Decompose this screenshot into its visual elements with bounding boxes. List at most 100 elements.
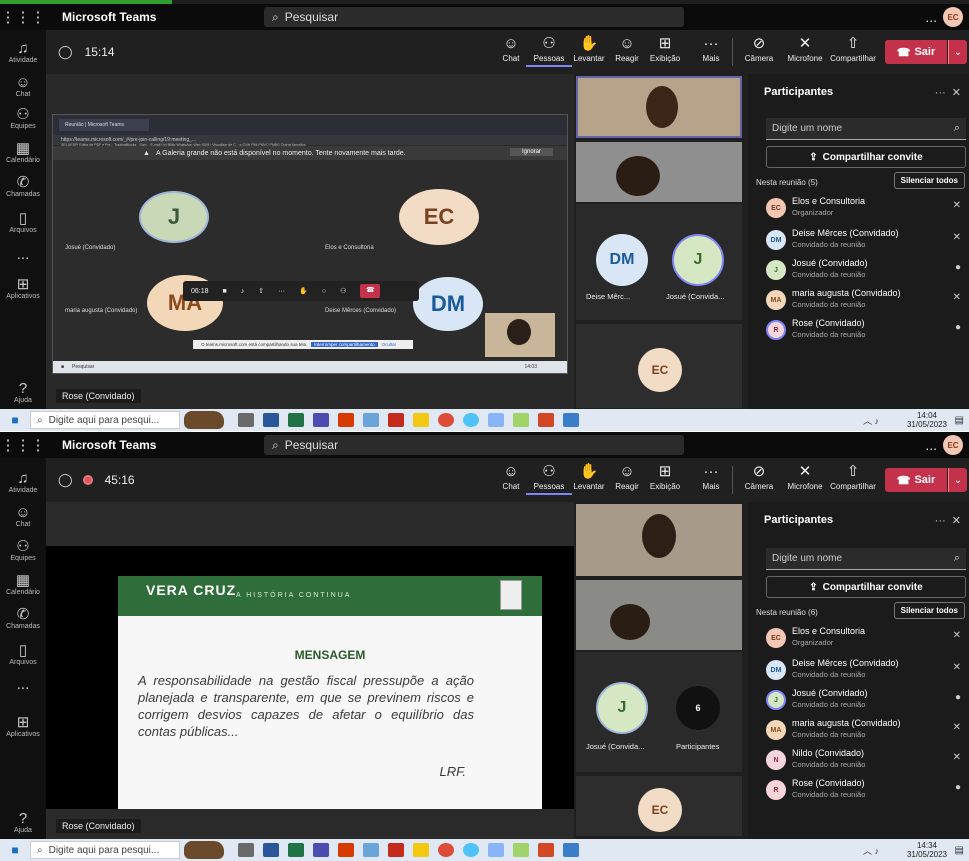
search-box[interactable]: ⌕ Pesquisar bbox=[264, 7, 684, 27]
view-button[interactable]: ⊞ Exibição bbox=[642, 462, 688, 491]
windows-start-icon[interactable]: ■ bbox=[0, 843, 30, 857]
more-options-icon[interactable]: ... bbox=[925, 9, 937, 25]
taskbar-clock[interactable]: 14:04 31/05/2023 bbox=[907, 411, 947, 429]
mute-all-button[interactable]: Silenciar todos bbox=[893, 602, 965, 619]
word-icon[interactable] bbox=[263, 413, 279, 427]
rail-item-more[interactable]: ... bbox=[0, 676, 46, 693]
share-invite-button[interactable]: ⇪ Compartilhar convite bbox=[766, 576, 966, 598]
calculator-icon[interactable] bbox=[563, 413, 579, 427]
app-icon[interactable] bbox=[363, 413, 379, 427]
share-icon[interactable]: ⇧ bbox=[258, 287, 264, 295]
more-icon[interactable]: ··· bbox=[278, 288, 285, 295]
leave-button[interactable]: ☎ Sair bbox=[885, 468, 947, 492]
share-invite-button[interactable]: ⇪ Compartilhar convite bbox=[766, 146, 966, 168]
powerpoint-icon[interactable] bbox=[538, 843, 554, 857]
more-options-icon[interactable]: ... bbox=[925, 437, 937, 453]
rail-item-activity[interactable]: ♫ Atividade bbox=[0, 40, 46, 64]
share-button[interactable]: ⇧ Compartilhar bbox=[830, 34, 876, 63]
meeting-info-icon[interactable]: ◯ bbox=[58, 472, 73, 488]
excel-icon[interactable] bbox=[288, 413, 304, 427]
inner-search[interactable]: Pesquisar bbox=[72, 364, 94, 370]
rail-item-files[interactable]: ▯ Arquivos bbox=[0, 210, 46, 234]
pdf-icon[interactable] bbox=[388, 843, 404, 857]
tray-icons[interactable]: ︿ ♪ bbox=[863, 414, 879, 427]
search-box[interactable]: ⌕ Pesquisar bbox=[264, 435, 684, 455]
app-icon[interactable] bbox=[363, 843, 379, 857]
app-icon[interactable] bbox=[488, 843, 504, 857]
section-header[interactable]: Nesta reunião (5) bbox=[756, 178, 818, 187]
camera-button[interactable]: ⊘ Câmera bbox=[736, 462, 782, 491]
rail-item-activity[interactable]: ♫ Atividade bbox=[0, 470, 46, 494]
section-header[interactable]: Nesta reunião (6) bbox=[756, 608, 818, 617]
calculator-icon[interactable] bbox=[563, 843, 579, 857]
rail-item-help[interactable]: ? Ajuda bbox=[0, 380, 46, 404]
camera-button[interactable]: ⊘ Câmera bbox=[736, 34, 782, 63]
avatar[interactable]: EC bbox=[943, 435, 963, 455]
task-view-icon[interactable] bbox=[238, 413, 254, 427]
panel-controls[interactable]: ··· ✕ bbox=[935, 514, 961, 527]
word-icon[interactable] bbox=[263, 843, 279, 857]
app-icon[interactable] bbox=[513, 413, 529, 427]
more-button[interactable]: ··· Mais bbox=[688, 462, 734, 491]
notification-icon[interactable]: ▤ bbox=[955, 415, 964, 426]
taskbar-search[interactable]: ⌕ Digite aqui para pesqui... bbox=[30, 841, 180, 859]
meeting-info-icon[interactable]: ◯ bbox=[58, 44, 73, 60]
taskbar-clock[interactable]: 14:34 31/05/2023 bbox=[907, 841, 947, 859]
mute-all-button[interactable]: Silenciar todos bbox=[893, 172, 965, 189]
participant-row[interactable]: J Josué (Convidado) Convidado da reunião ● bbox=[764, 686, 965, 714]
anydesk-icon[interactable] bbox=[338, 413, 354, 427]
taskbar-search[interactable]: ⌕ Digite aqui para pesqui... bbox=[30, 411, 180, 429]
participant-row[interactable]: MA maria augusta (Convidado) Convidado da … bbox=[764, 716, 965, 744]
rail-item-help[interactable]: ? Ajuda bbox=[0, 810, 46, 834]
rail-item-calls[interactable]: ✆ Chamadas bbox=[0, 606, 46, 630]
leave-options-button[interactable]: ⌄ bbox=[948, 40, 967, 64]
mic-button[interactable]: ✕ Microfone bbox=[782, 462, 828, 491]
participant-row[interactable]: DM Deise Mêrces (Convidado) Convidado da r… bbox=[764, 656, 965, 684]
stop-sharing-button[interactable]: Interromper compartilhamento bbox=[311, 342, 378, 347]
rail-item-files[interactable]: ▯ Arquivos bbox=[0, 642, 46, 666]
chrome-icon[interactable] bbox=[438, 843, 454, 857]
rail-item-calendar[interactable]: ▦ Calendário bbox=[0, 140, 46, 164]
file-explorer-icon[interactable] bbox=[413, 843, 429, 857]
avatar[interactable]: EC bbox=[943, 7, 963, 27]
mic-button[interactable]: ✕ Microfone bbox=[782, 34, 828, 63]
rail-item-apps[interactable]: ⊞ Aplicativos bbox=[0, 714, 46, 738]
mic-icon[interactable]: ♪ bbox=[241, 288, 245, 295]
participant-row[interactable]: R Rose (Convidado) Convidado da reunião ● bbox=[764, 776, 965, 804]
participant-row[interactable]: EC Elos e Consultoria Organizador ✕ bbox=[764, 624, 965, 652]
participant-row[interactable]: DM Deise Mêrces (Convidado) Convidado da r… bbox=[764, 226, 965, 254]
app-launcher-icon[interactable]: ⋮⋮⋮ bbox=[0, 436, 46, 454]
share-button[interactable]: ⇧ Compartilhar bbox=[830, 462, 876, 491]
app-icon[interactable] bbox=[513, 843, 529, 857]
hide-button[interactable]: Ocultar bbox=[382, 342, 397, 347]
chat-icon[interactable]: ○ bbox=[322, 288, 326, 295]
skype-icon[interactable] bbox=[313, 413, 329, 427]
participant-row[interactable]: EC Elos e Consultoria Organizador ✕ bbox=[764, 194, 965, 222]
hangup-icon[interactable]: ☎ bbox=[360, 284, 381, 298]
people-icon[interactable]: ⚇ bbox=[340, 287, 346, 295]
tray-icons[interactable]: ︿ ♪ bbox=[863, 844, 879, 857]
rail-item-chat[interactable]: ☺ Chat bbox=[0, 504, 46, 528]
rail-item-apps[interactable]: ⊞ Aplicativos bbox=[0, 276, 46, 300]
rail-item-calls[interactable]: ✆ Chamadas bbox=[0, 174, 46, 198]
rail-item-teams[interactable]: ⚇ Equipes bbox=[0, 538, 46, 562]
powerpoint-icon[interactable] bbox=[538, 413, 554, 427]
participant-row[interactable]: R Rose (Convidado) Convidado da reunião ● bbox=[764, 316, 965, 344]
participant-search-input[interactable]: Digite um nome ⌕ bbox=[766, 548, 966, 570]
leave-options-button[interactable]: ⌄ bbox=[948, 468, 967, 492]
skype-icon[interactable] bbox=[313, 843, 329, 857]
browser-tab[interactable]: Reunião | Microsoft Teams bbox=[59, 119, 149, 131]
panel-controls[interactable]: ··· ✕ bbox=[935, 86, 961, 99]
rail-item-more[interactable]: ... bbox=[0, 246, 46, 263]
participant-row[interactable]: N Nildo (Convidado) Convidado da reunião ✕ bbox=[764, 746, 965, 774]
chrome-icon[interactable] bbox=[438, 413, 454, 427]
windows-start-icon[interactable]: ■ bbox=[0, 413, 30, 427]
anydesk-icon[interactable] bbox=[338, 843, 354, 857]
participant-row[interactable]: MA maria augusta (Convidado) Convidado da … bbox=[764, 286, 965, 314]
file-explorer-icon[interactable] bbox=[413, 413, 429, 427]
rail-item-chat[interactable]: ☺ Chat bbox=[0, 74, 46, 98]
excel-icon[interactable] bbox=[288, 843, 304, 857]
more-button[interactable]: ··· Mais bbox=[688, 34, 734, 63]
app-launcher-icon[interactable]: ⋮⋮⋮ bbox=[0, 8, 46, 26]
app-icon[interactable] bbox=[488, 413, 504, 427]
